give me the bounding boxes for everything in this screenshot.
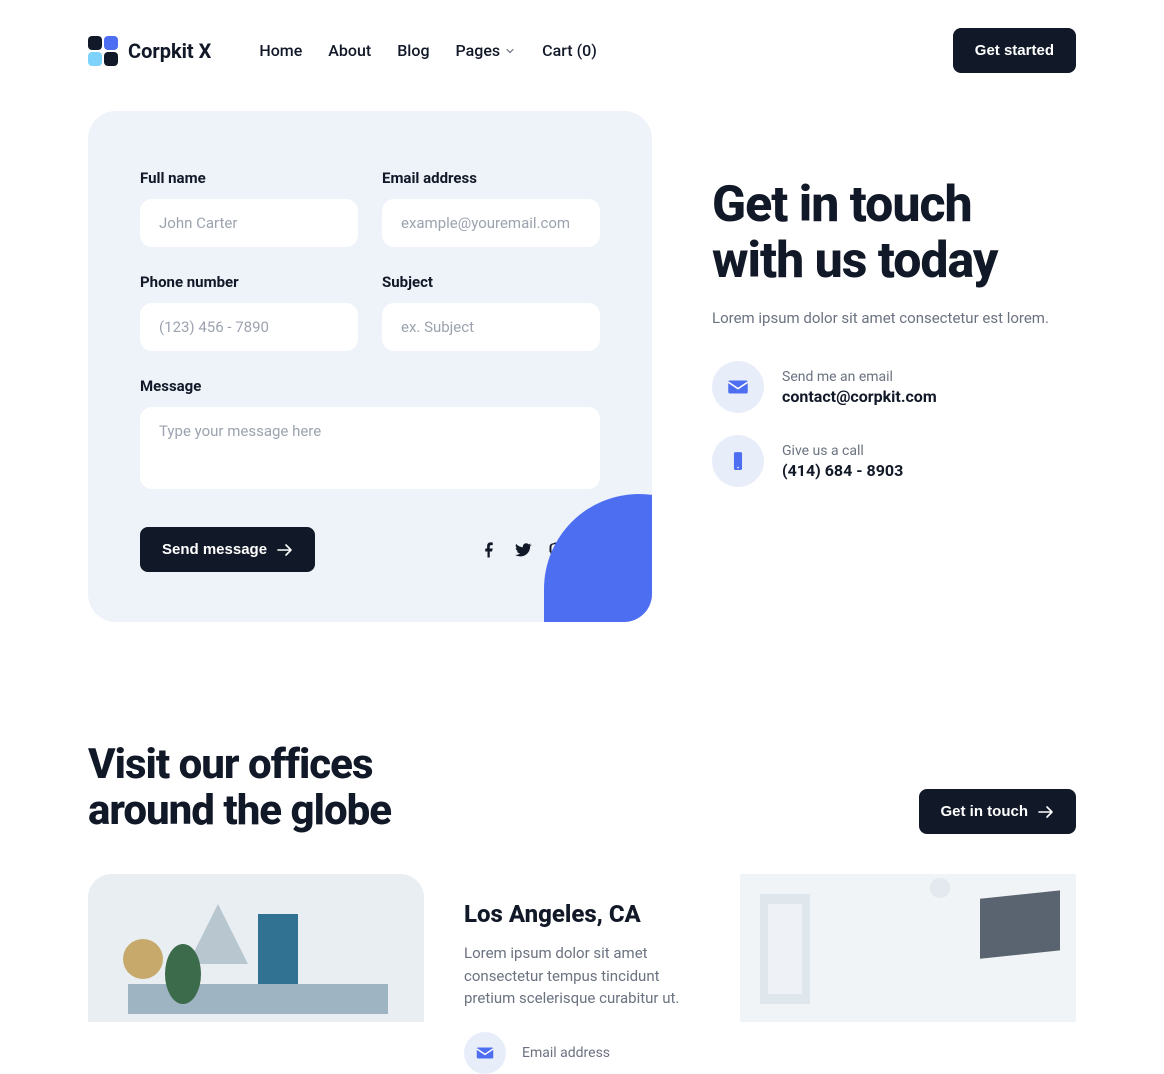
- decorative-shape: [544, 494, 652, 622]
- arrow-right-icon: [277, 543, 293, 557]
- label-subject: Subject: [382, 273, 600, 291]
- office-city: Los Angeles, CA: [464, 900, 700, 928]
- offices-title: Visit our offices around the globe: [88, 742, 391, 834]
- input-subject[interactable]: [382, 303, 600, 351]
- office-image: [740, 874, 1076, 1022]
- contact-email-value: contact@corpkit.com: [782, 387, 937, 406]
- contact-phone-value: (414) 684 - 8903: [782, 461, 903, 480]
- field-email: Email address: [382, 169, 600, 247]
- main-nav: Home About Blog Pages Cart (0): [259, 41, 596, 60]
- field-subject: Subject: [382, 273, 600, 351]
- contact-info: Get in touch with us today Lorem ipsum d…: [712, 111, 1076, 487]
- input-full-name[interactable]: [140, 199, 358, 247]
- office-description: Lorem ipsum dolor sit amet consectetur t…: [464, 942, 700, 1010]
- office-image: [88, 874, 424, 1022]
- nav-about[interactable]: About: [328, 41, 371, 60]
- brand-name: Corpkit X: [128, 39, 211, 63]
- logo-icon: [88, 36, 118, 66]
- contact-phone-row[interactable]: Give us a call (414) 684 - 8903: [712, 435, 1076, 487]
- field-phone: Phone number: [140, 273, 358, 351]
- office-card: Los Angeles, CA Lorem ipsum dolor sit am…: [464, 874, 700, 1074]
- contact-phone-label: Give us a call: [782, 443, 903, 459]
- mail-icon: [712, 361, 764, 413]
- page-title: Get in touch with us today: [712, 177, 1076, 289]
- send-message-button[interactable]: Send message: [140, 527, 315, 572]
- mail-icon: [464, 1032, 506, 1074]
- offices-section: Visit our offices around the globe Get i…: [88, 742, 1076, 1074]
- twitter-icon[interactable]: [514, 541, 532, 559]
- label-phone: Phone number: [140, 273, 358, 291]
- contact-form-card: Full name Email address Phone number Sub…: [88, 111, 652, 622]
- phone-icon: [712, 435, 764, 487]
- contact-email-row[interactable]: Send me an email contact@corpkit.com: [712, 361, 1076, 413]
- input-phone[interactable]: [140, 303, 358, 351]
- contact-section: Full name Email address Phone number Sub…: [88, 111, 1076, 622]
- textarea-message[interactable]: [140, 407, 600, 489]
- nav-blog[interactable]: Blog: [397, 41, 429, 60]
- label-email: Email address: [382, 169, 600, 187]
- office-email-label: Email address: [522, 1045, 610, 1061]
- logo[interactable]: Corpkit X: [88, 36, 211, 66]
- input-email[interactable]: [382, 199, 600, 247]
- label-message: Message: [140, 377, 600, 395]
- nav-pages[interactable]: Pages: [456, 41, 517, 60]
- get-started-button[interactable]: Get started: [953, 28, 1076, 73]
- arrow-right-icon: [1038, 805, 1054, 819]
- office-email-row[interactable]: Email address: [464, 1032, 700, 1074]
- label-full-name: Full name: [140, 169, 358, 187]
- header: Corpkit X Home About Blog Pages Cart (0)…: [88, 0, 1076, 101]
- nav-cart[interactable]: Cart (0): [542, 41, 597, 60]
- nav-home[interactable]: Home: [259, 41, 302, 60]
- facebook-icon[interactable]: [480, 541, 498, 559]
- get-in-touch-button[interactable]: Get in touch: [919, 789, 1077, 834]
- field-full-name: Full name: [140, 169, 358, 247]
- chevron-down-icon: [504, 45, 516, 57]
- contact-subtitle: Lorem ipsum dolor sit amet consectetur e…: [712, 309, 1076, 327]
- contact-email-label: Send me an email: [782, 369, 937, 385]
- field-message: Message: [140, 377, 600, 493]
